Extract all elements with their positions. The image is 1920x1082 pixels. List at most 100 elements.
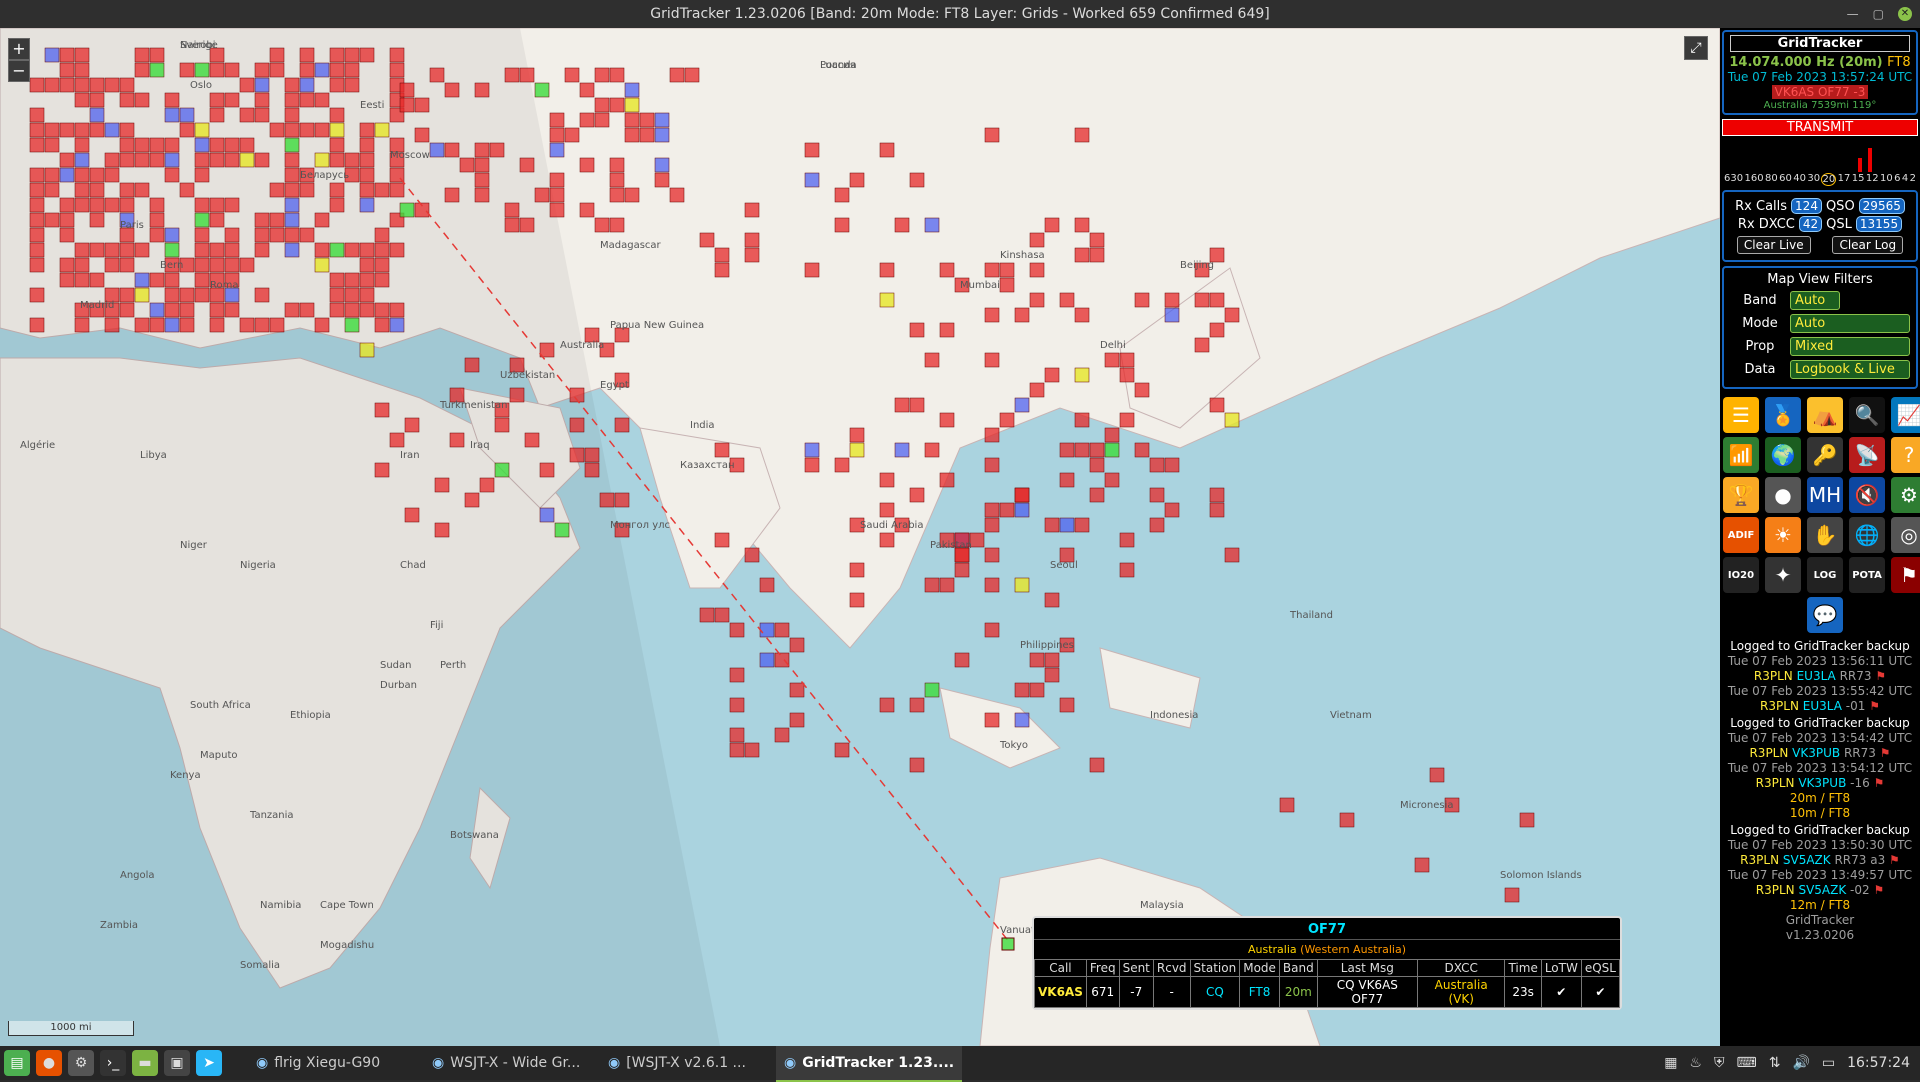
rx-dxcc-count[interactable]: 42 xyxy=(1798,216,1823,232)
firefox-icon[interactable]: ● xyxy=(36,1050,62,1076)
award-medal-icon[interactable]: 🏅 xyxy=(1765,397,1801,433)
popup-cell-call[interactable]: VK6AS xyxy=(1034,976,1087,1008)
grid-square xyxy=(254,227,270,243)
chat-icon[interactable]: 💬 xyxy=(1807,597,1843,633)
grid-square xyxy=(1119,412,1135,428)
log-entry[interactable]: R3PLN EU3LA RR73 ⚑ xyxy=(1720,669,1920,684)
grid-square-icon[interactable]: IO20 xyxy=(1723,557,1759,593)
network-icon[interactable]: ⇅ xyxy=(1769,1055,1781,1071)
grid-square xyxy=(1014,682,1030,698)
volume-icon[interactable]: 🔊 xyxy=(1792,1055,1809,1071)
clock[interactable]: 16:57:24 xyxy=(1847,1055,1910,1071)
lookup-magnifier-icon[interactable]: 🔍 xyxy=(1849,397,1885,433)
logbook-icon[interactable]: ☰ xyxy=(1723,397,1759,433)
satellite-icon[interactable]: ✦ xyxy=(1765,557,1801,593)
filter-select-mode[interactable]: Auto xyxy=(1790,314,1910,333)
log-entry[interactable]: R3PLN SV5AZK -02 ⚑ xyxy=(1720,883,1920,898)
clear-log-button[interactable]: Clear Log xyxy=(1832,236,1904,254)
log-entry[interactable]: R3PLN SV5AZK RR73 a3 ⚑ xyxy=(1720,853,1920,868)
adif-icon[interactable]: ADIF xyxy=(1723,517,1759,553)
pota-icon[interactable]: POTA xyxy=(1849,557,1885,593)
log-entry[interactable]: R3PLN VK3PUB RR73 ⚑ xyxy=(1720,746,1920,761)
app-icon: ◉ xyxy=(432,1055,445,1071)
filter-select-prop[interactable]: Mixed xyxy=(1790,337,1910,356)
grid-square xyxy=(474,172,490,188)
wifi-icon[interactable]: 📶 xyxy=(1723,437,1759,473)
filter-select-band[interactable]: Auto xyxy=(1790,291,1840,310)
log-entry[interactable]: R3PLN EU3LA -01 ⚑ xyxy=(1720,699,1920,714)
grid-square xyxy=(224,197,240,213)
map-place-label: Nairobi xyxy=(180,40,216,51)
qso-count[interactable]: 29565 xyxy=(1858,198,1905,214)
shield-icon[interactable]: ⛨ xyxy=(1714,1055,1725,1071)
filter-select-data[interactable]: Logbook & Live xyxy=(1790,360,1910,379)
zoom-out-button[interactable]: − xyxy=(8,60,30,82)
grid-square xyxy=(879,262,895,278)
clear-live-button[interactable]: Clear Live xyxy=(1736,236,1811,254)
keyboard-icon[interactable]: ⌨ xyxy=(1736,1055,1756,1071)
settings-icon[interactable]: ⚙ xyxy=(68,1050,94,1076)
menu-icon[interactable]: ▤ xyxy=(4,1050,30,1076)
mute-icon[interactable]: 🔇 xyxy=(1849,477,1885,513)
grid-square xyxy=(1074,217,1090,233)
steam-icon[interactable]: ♨ xyxy=(1689,1055,1702,1071)
sun-icon[interactable]: ☀ xyxy=(1765,517,1801,553)
hand-icon[interactable]: ✋ xyxy=(1807,517,1843,553)
settings-gear-icon[interactable]: ⚙ xyxy=(1891,477,1920,513)
pota-tent-icon[interactable]: ⛺ xyxy=(1807,397,1843,433)
fullscreen-button[interactable]: ⤢ xyxy=(1684,36,1708,60)
globe-icon[interactable]: 🌍 xyxy=(1765,437,1801,473)
monitor-icon[interactable]: ▣ xyxy=(164,1050,190,1076)
grid-square xyxy=(389,242,405,258)
grid-square xyxy=(549,127,565,143)
grid-square xyxy=(1029,232,1045,248)
minimize-button[interactable]: — xyxy=(1847,0,1859,28)
grid-square xyxy=(104,197,120,213)
help-icon[interactable]: ? xyxy=(1891,437,1920,473)
qsl-count[interactable]: 13155 xyxy=(1855,216,1903,232)
world-map[interactable]: Sverige Россия Oslo Eesti Moscow Беларусь Pari… xyxy=(0,28,1720,1046)
battery-icon[interactable]: ▭ xyxy=(1822,1055,1835,1071)
maximize-button[interactable]: ▢ xyxy=(1873,0,1884,28)
grid-square xyxy=(29,212,45,228)
qsl-label: QSL xyxy=(1826,216,1852,232)
lotw-icon[interactable]: LOG xyxy=(1807,557,1843,593)
grid-square xyxy=(1164,307,1180,323)
web-globe-icon[interactable]: 🌐 xyxy=(1849,517,1885,553)
task-button[interactable]: ◉ WSJT-X - Wide Gr... xyxy=(424,1046,600,1080)
grid-square xyxy=(89,197,105,213)
grid-square xyxy=(1074,367,1090,383)
grid-square xyxy=(1149,457,1165,473)
task-button[interactable]: ◉ [WSJT-X v2.6.1 ... xyxy=(600,1046,776,1080)
task-button[interactable]: ◉ GridTracker 1.23.... xyxy=(776,1046,963,1082)
grid-square xyxy=(329,137,345,153)
trophy-icon[interactable]: 🏆 xyxy=(1723,477,1759,513)
grid-square xyxy=(624,97,640,113)
grid-square xyxy=(314,62,330,78)
grid-square xyxy=(149,212,165,228)
map-place-label: Papua New Guinea xyxy=(610,320,704,331)
zoom-in-button[interactable]: + xyxy=(8,38,30,60)
close-button[interactable]: ✕ xyxy=(1898,7,1912,21)
mh-icon[interactable]: MH xyxy=(1807,477,1843,513)
folder-icon[interactable]: ▬ xyxy=(132,1050,158,1076)
map-place-label: Solomon Islands xyxy=(1500,870,1582,881)
terminal-icon[interactable]: ›_ xyxy=(100,1050,126,1076)
grid-square xyxy=(714,607,730,623)
current-call-grid[interactable]: VK6AS OF77 -3 xyxy=(1772,85,1868,99)
grid-square xyxy=(774,727,790,743)
moon-icon[interactable]: ● xyxy=(1765,477,1801,513)
task-button[interactable]: ◉ flrig Xiegu-G90 xyxy=(248,1046,424,1080)
chart-icon[interactable]: 📈 xyxy=(1891,397,1920,433)
log-entry[interactable]: R3PLN VK3PUB -16 ⚑ xyxy=(1720,776,1920,791)
us-flag-icon[interactable]: ▦ xyxy=(1664,1055,1677,1071)
radar-icon[interactable]: ◎ xyxy=(1891,517,1920,553)
flag-icon: ⚑ xyxy=(1869,699,1880,713)
grid-info-popup: OF77 Australia (Western Australia) Call F… xyxy=(1032,916,1622,1010)
rx-calls-count[interactable]: 124 xyxy=(1791,198,1822,214)
radio-tower-icon[interactable]: 📡 xyxy=(1849,437,1885,473)
telegram-icon[interactable]: ➤ xyxy=(196,1050,222,1076)
popup-data-row[interactable]: VK6AS 671 -7- CQ FT8 20m CQ VK6AS OF77 Australi… xyxy=(1034,976,1621,1008)
key-icon[interactable]: 🔑 xyxy=(1807,437,1843,473)
flag-icon[interactable]: ⚑ xyxy=(1891,557,1920,593)
